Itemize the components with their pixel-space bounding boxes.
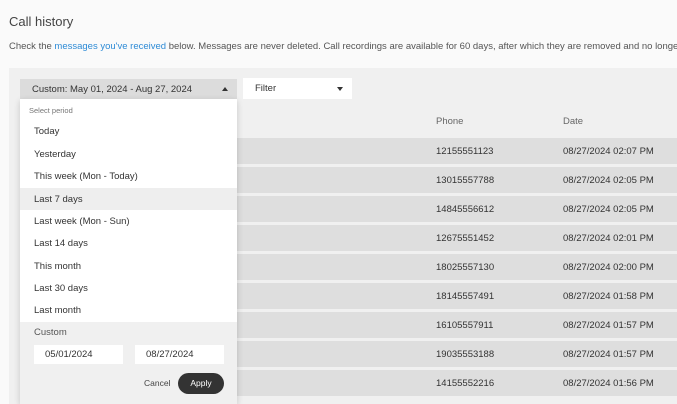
chevron-down-icon [337, 87, 343, 91]
row-phone: 12155551123 [436, 146, 494, 157]
period-option-last-week[interactable]: Last week (Mon - Sun) [20, 210, 237, 232]
row-date: 08/27/2024 02:00 PM [563, 262, 654, 273]
custom-end-date-input[interactable] [135, 345, 224, 364]
row-phone: 16105557911 [436, 320, 494, 331]
row-phone: 18025557130 [436, 262, 495, 273]
row-date: 08/27/2024 01:58 PM [563, 291, 654, 302]
custom-range-section: Custom Cancel Apply [20, 322, 237, 404]
column-header-phone[interactable]: Phone [436, 116, 463, 127]
row-date: 08/27/2024 01:56 PM [563, 378, 654, 389]
chevron-up-icon [222, 87, 228, 91]
row-date: 08/27/2024 01:57 PM [563, 349, 654, 360]
row-date: 08/27/2024 02:05 PM [563, 175, 654, 186]
custom-start-date-input[interactable] [34, 345, 123, 364]
period-option-this-month[interactable]: This month [20, 255, 237, 277]
row-phone: 14845556612 [436, 204, 495, 215]
dropdown-header: Select period [29, 106, 73, 115]
period-option-last-14-days[interactable]: Last 14 days [20, 232, 237, 254]
row-date: 08/27/2024 02:07 PM [563, 146, 654, 157]
row-phone: 12675551452 [436, 233, 495, 244]
page-title: Call history [9, 14, 74, 29]
row-date: 08/27/2024 01:57 PM [563, 320, 654, 331]
period-option-today[interactable]: Today [20, 120, 237, 142]
apply-button[interactable]: Apply [178, 373, 224, 394]
messages-link[interactable]: messages you've received [54, 41, 166, 52]
filter-label: Filter [255, 83, 277, 94]
row-phone: 14155552216 [436, 378, 495, 389]
page-intro: Check the messages you've received below… [9, 41, 677, 52]
period-option-last-30-days[interactable]: Last 30 days [20, 277, 237, 299]
period-option-this-week[interactable]: This week (Mon - Today) [20, 165, 237, 187]
row-phone: 19035553188 [436, 349, 495, 360]
row-phone: 18145557491 [436, 291, 495, 302]
row-date: 08/27/2024 02:01 PM [563, 233, 654, 244]
period-value: Custom: May 01, 2024 - Aug 27, 2024 [32, 84, 193, 95]
period-dropdown-menu: Select period Today Yesterday This week … [20, 99, 237, 404]
period-option-yesterday[interactable]: Yesterday [20, 143, 237, 165]
column-header-date[interactable]: Date [563, 116, 583, 127]
filter-dropdown[interactable]: Filter [243, 78, 352, 99]
period-dropdown-toggle[interactable]: Custom: May 01, 2024 - Aug 27, 2024 [20, 79, 237, 99]
row-date: 08/27/2024 02:05 PM [563, 204, 654, 215]
cancel-button[interactable]: Cancel [144, 378, 170, 388]
intro-suffix: below. Messages are never deleted. Call … [166, 41, 677, 52]
period-option-last-7-days[interactable]: Last 7 days [20, 188, 237, 210]
period-option-last-month[interactable]: Last month [20, 299, 237, 321]
row-phone: 13015557788 [436, 175, 495, 186]
intro-prefix: Check the [9, 41, 55, 52]
custom-range-label[interactable]: Custom [34, 327, 67, 338]
